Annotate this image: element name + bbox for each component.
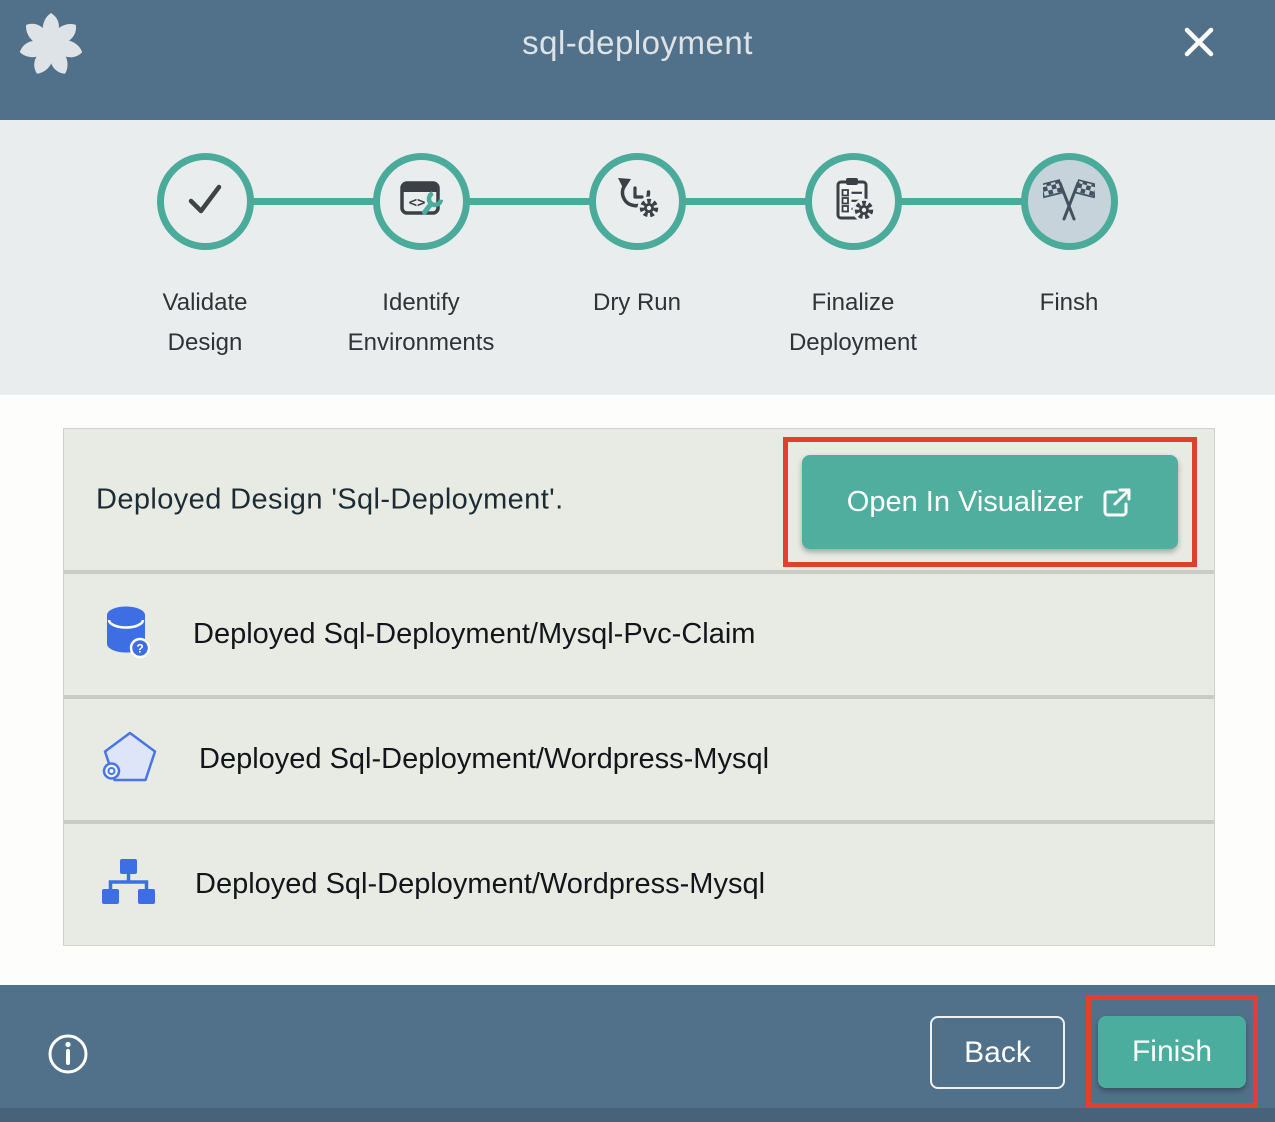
finish-button[interactable]: Finish (1098, 1016, 1246, 1088)
step-circle-finalize-deployment (805, 153, 902, 250)
step-label: Finalize Deployment (772, 283, 934, 363)
step-circle-validate-design (157, 153, 254, 250)
step-label: Dry Run (556, 283, 718, 323)
page-backdrop-strip (0, 1108, 1275, 1122)
deployed-design-row: Deployed Design 'Sql-Deployment'. Open I… (64, 429, 1214, 570)
step-label: Finsh (988, 283, 1150, 323)
info-icon (46, 1032, 92, 1076)
step-circle-identify-environments: <> (373, 153, 470, 250)
clipboard-gear-icon (829, 175, 877, 228)
deployed-resource-row: ? Deployed Sql-Deployment/Mysql-Pvc-Clai… (64, 574, 1214, 695)
close-button[interactable] (1175, 18, 1223, 66)
pentagon-icon (101, 729, 159, 790)
external-link-icon (1101, 486, 1133, 518)
wizard-stepper: Validate Design <> (0, 120, 1275, 395)
deployment-dialog: sql-deployment Validate Design (0, 0, 1275, 1122)
dialog-footer: Back Finish (0, 985, 1275, 1108)
deployed-resource-text: Deployed Sql-Deployment/Mysql-Pvc-Claim (193, 618, 755, 651)
deployed-resource-row: Deployed Sql-Deployment/Wordpress-Mysql (64, 824, 1214, 945)
results-list: Deployed Design 'Sql-Deployment'. Open I… (63, 428, 1215, 946)
close-icon (1177, 52, 1221, 67)
results-panel: Deployed Design 'Sql-Deployment'. Open I… (0, 395, 1275, 985)
deployed-resource-row: Deployed Sql-Deployment/Wordpress-Mysql (64, 699, 1214, 820)
hierarchy-icon (101, 857, 155, 912)
step-finalize-deployment: Finalize Deployment (745, 153, 961, 363)
step-circle-dry-run (589, 153, 686, 250)
deployed-resource-text: Deployed Sql-Deployment/Wordpress-Mysql (199, 743, 769, 776)
svg-text:?: ? (136, 642, 143, 656)
back-button[interactable]: Back (930, 1016, 1065, 1089)
step-validate-design: Validate Design (97, 153, 313, 363)
check-icon (181, 175, 229, 228)
checkered-flags-icon (1043, 175, 1095, 228)
dialog-titlebar: sql-deployment (0, 0, 1275, 120)
highlight-box-finish: Finish (1086, 995, 1258, 1108)
highlight-box-visualizer: Open In Visualizer (783, 437, 1197, 567)
step-identify-environments: <> Identify Environments (313, 153, 529, 363)
open-in-visualizer-button[interactable]: Open In Visualizer (802, 455, 1178, 549)
step-label: Identify Environments (340, 283, 502, 363)
dialog-title: sql-deployment (0, 24, 1275, 62)
open-in-visualizer-label: Open In Visualizer (847, 486, 1083, 519)
deployed-design-text: Deployed Design 'Sql-Deployment'. (96, 483, 564, 516)
deployed-resource-text: Deployed Sql-Deployment/Wordpress-Mysql (195, 868, 765, 901)
step-dry-run: Dry Run (529, 153, 745, 363)
dry-run-gear-icon (613, 175, 661, 228)
svg-text:<>: <> (409, 195, 426, 211)
database-icon: ? (101, 603, 153, 666)
info-button[interactable] (46, 1031, 92, 1077)
code-config-icon: <> (397, 175, 445, 228)
step-label: Validate Design (124, 283, 286, 363)
step-finish: Finsh (961, 153, 1177, 363)
step-circle-finish (1021, 153, 1118, 250)
